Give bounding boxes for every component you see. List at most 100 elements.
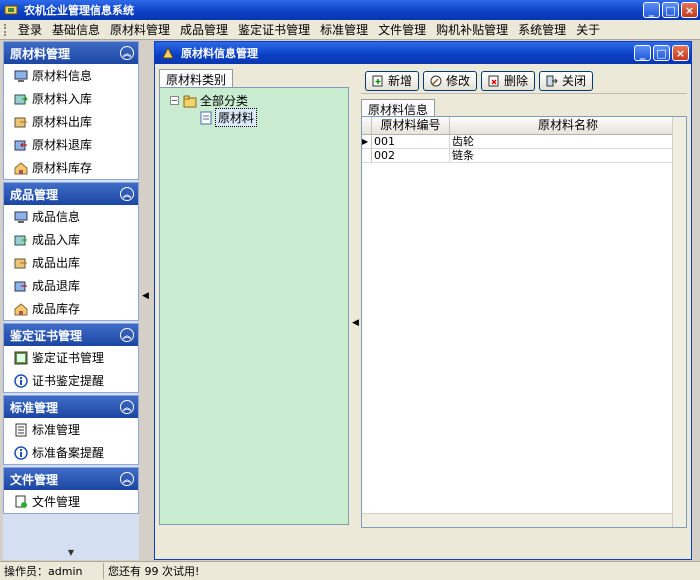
add-button[interactable]: 新增 (365, 70, 420, 91)
inner-title-bar: 原材料信息管理 _ □ × (155, 42, 691, 64)
nav-item-product-stock[interactable]: 成品库存 (4, 297, 138, 320)
column-header-name[interactable]: 原材料名称 (450, 117, 686, 134)
tree-node-raw-material[interactable]: 原材料 (200, 108, 258, 127)
window-icon (162, 46, 174, 59)
horizontal-scrollbar[interactable] (362, 513, 672, 527)
collapse-icon[interactable]: ︽ (120, 400, 134, 414)
folder-tree-icon (183, 95, 197, 107)
nav-item-certificate[interactable]: 鉴定证书管理 (4, 346, 138, 369)
collapse-icon[interactable]: ︽ (120, 472, 134, 486)
nav-item-standard-reminder[interactable]: 标准备案提醒 (4, 441, 138, 464)
nav-item-certificate-reminder[interactable]: 证书鉴定提醒 (4, 369, 138, 392)
menu-standard[interactable]: 标准管理 (315, 21, 373, 38)
splitter-arrow-icon[interactable]: ◀ (352, 318, 359, 328)
table-row[interactable]: ▶ 001 齿轮 (362, 135, 686, 149)
menu-login[interactable]: 登录 (13, 21, 47, 38)
table-row[interactable]: 002 链条 (362, 149, 686, 163)
collapse-icon[interactable]: ︽ (120, 187, 134, 201)
nav-item-raw-out[interactable]: 原材料出库 (4, 110, 138, 133)
nav-scroll-down-icon[interactable]: ▼ (3, 548, 139, 560)
cell-name[interactable]: 链条 (450, 149, 686, 162)
nav-item-label: 成品出库 (32, 256, 81, 270)
inner-minimize-button[interactable]: _ (634, 45, 651, 61)
inbound-icon (14, 94, 28, 104)
nav-item-standard[interactable]: 标准管理 (4, 418, 138, 441)
menu-raw-material[interactable]: 原材料管理 (105, 21, 175, 38)
maximize-button[interactable]: □ (662, 2, 679, 18)
nav-item-label: 成品库存 (32, 302, 81, 316)
nav-item-label: 原材料退库 (32, 138, 93, 152)
nav-group-header[interactable]: 成品管理 ︽ (4, 183, 138, 205)
add-icon (372, 75, 383, 86)
nav-item-raw-info[interactable]: 原材料信息 (4, 64, 138, 87)
menu-file[interactable]: 文件管理 (373, 21, 431, 38)
nav-item-label: 原材料信息 (32, 69, 93, 83)
menu-subsidy[interactable]: 购机补贴管理 (431, 21, 513, 38)
menu-about[interactable]: 关于 (571, 21, 605, 38)
nav-splitter[interactable]: ◀ (140, 41, 152, 560)
tree-collapse-icon[interactable]: − (170, 96, 179, 105)
tab-category[interactable]: 原材料类别 (159, 69, 234, 89)
nav-group-standard: 标准管理 ︽ 标准管理 标准备案提醒 (3, 395, 139, 465)
menu-basic-info[interactable]: 基础信息 (47, 21, 105, 38)
minimize-button[interactable]: _ (643, 2, 660, 18)
menu-certificate[interactable]: 鉴定证书管理 (233, 21, 315, 38)
cell-code[interactable]: 001 (372, 135, 450, 148)
vertical-scrollbar[interactable] (672, 117, 686, 527)
menu-system[interactable]: 系统管理 (513, 21, 571, 38)
nav-item-label: 成品退库 (32, 279, 81, 293)
detail-panel: 新增 修改 删除 关闭 原材料信息 原材料编号 原材料名称 ▶ 001 齿轮 0… (361, 68, 687, 528)
nav-item-raw-return[interactable]: 原材料退库 (4, 133, 138, 156)
nav-group-title: 原材料管理 (10, 46, 71, 61)
nav-group-header[interactable]: 标准管理 ︽ (4, 396, 138, 418)
cell-name[interactable]: 齿轮 (450, 135, 686, 148)
inner-window-title: 原材料信息管理 (181, 47, 258, 60)
nav-group-title: 鉴定证书管理 (10, 328, 83, 343)
tree-node-root[interactable]: − 全部分类 (170, 92, 248, 109)
inner-maximize-button[interactable]: □ (653, 45, 670, 61)
nav-group-title: 成品管理 (10, 187, 59, 202)
category-panel: 原材料类别 − 全部分类 原材料 (159, 68, 349, 528)
outbound-icon (14, 258, 27, 268)
collapse-icon[interactable]: ︽ (120, 46, 134, 60)
nav-group-title: 标准管理 (10, 400, 59, 415)
nav-item-product-out[interactable]: 成品出库 (4, 251, 138, 274)
nav-group-product: 成品管理 ︽ 成品信息 成品入库 成品出库 成品退库 成品库存 (3, 182, 139, 321)
nav-item-product-in[interactable]: 成品入库 (4, 228, 138, 251)
document-icon (200, 111, 212, 124)
nav-group-raw-material: 原材料管理 ︽ 原材料信息 原材料入库 原材料出库 原材料退库 原材料库存 (3, 41, 139, 180)
nav-group-header[interactable]: 文件管理 ︽ (4, 468, 138, 490)
nav-item-raw-in[interactable]: 原材料入库 (4, 87, 138, 110)
delete-button[interactable]: 删除 (481, 70, 536, 91)
nav-item-label: 原材料出库 (32, 115, 93, 129)
exit-icon (546, 75, 558, 86)
content-splitter[interactable]: ◀ (352, 68, 360, 528)
nav-group-header[interactable]: 原材料管理 ︽ (4, 42, 138, 64)
nav-item-product-info[interactable]: 成品信息 (4, 205, 138, 228)
info-icon (14, 373, 28, 388)
close-panel-button[interactable]: 关闭 (539, 70, 594, 91)
menu-product[interactable]: 成品管理 (175, 21, 233, 38)
nav-item-raw-stock[interactable]: 原材料库存 (4, 156, 138, 179)
edit-button[interactable]: 修改 (423, 70, 478, 91)
inner-close-button[interactable]: × (672, 45, 689, 61)
certificate-icon (14, 351, 28, 364)
splitter-arrow-icon[interactable]: ◀ (142, 291, 149, 301)
outbound-icon (14, 117, 27, 127)
row-selector-icon: ▶ (362, 135, 372, 148)
app-icon (4, 5, 18, 15)
left-nav-panel: 原材料管理 ︽ 原材料信息 原材料入库 原材料出库 原材料退库 原材料库存 成品… (3, 41, 139, 560)
close-button[interactable]: × (681, 2, 698, 18)
return-icon (14, 281, 27, 291)
category-tree: − 全部分类 原材料 (159, 87, 349, 525)
nav-group-title: 文件管理 (10, 472, 59, 487)
status-operator: 操作员：admin (0, 563, 104, 579)
nav-group-header[interactable]: 鉴定证书管理 ︽ (4, 324, 138, 346)
column-header-code[interactable]: 原材料编号 (372, 117, 450, 134)
nav-item-label: 标准管理 (32, 423, 81, 437)
nav-item-file[interactable]: 文件管理 (4, 490, 138, 513)
nav-item-product-return[interactable]: 成品退库 (4, 274, 138, 297)
raw-material-grid: 原材料编号 原材料名称 ▶ 001 齿轮 002 链条 (361, 116, 687, 528)
cell-code[interactable]: 002 (372, 149, 450, 162)
collapse-icon[interactable]: ︽ (120, 328, 134, 342)
